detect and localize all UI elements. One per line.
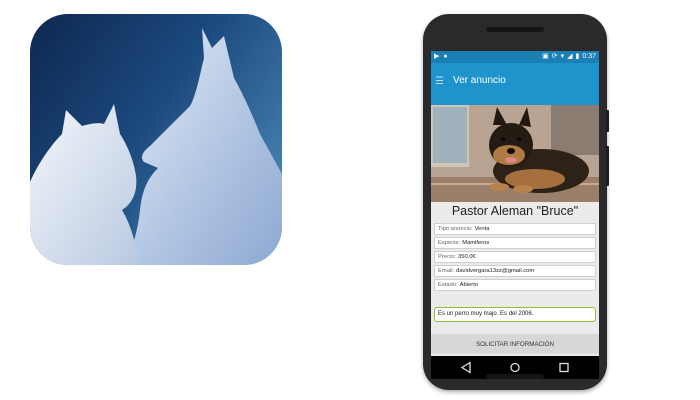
description-field[interactable]: Es un perro muy majo. Es del 2006. [434, 307, 596, 322]
action-bar: ☰ Ver anuncio [431, 63, 599, 105]
pet-name: Pastor Aleman "Bruce" [451, 204, 579, 218]
wifi-icon: ▾ [560, 53, 565, 60]
back-icon[interactable] [459, 361, 473, 374]
page-title: Ver anuncio [453, 75, 506, 86]
field-precio: Precio: 350.0€ [434, 251, 596, 263]
field-value: Abierto [459, 282, 479, 288]
field-label: Estado: [438, 282, 458, 288]
home-icon[interactable] [508, 361, 522, 374]
field-value: davidvergara13zz@gmail.com [456, 268, 535, 274]
german-shepherd-photo [431, 105, 599, 202]
signal-icon: ◢ [567, 53, 573, 60]
phone-screen: ▶ ● ▣ ⟳ ▾ ◢ ▮ 0:37 ☰ Ver anuncio Pastor … [431, 51, 599, 379]
bottom-speaker [486, 374, 544, 379]
request-info-button[interactable]: SOLICITAR INFORMACIÓN [431, 334, 599, 354]
field-tipo-anuncio: Tipo anuncio: Venta [434, 223, 596, 235]
notification-icons: ▶ ● [434, 53, 449, 60]
field-value: Venta [474, 226, 490, 232]
field-value: Mamiferos [462, 240, 490, 246]
pet-photo [431, 105, 599, 202]
field-label: Email: [438, 268, 455, 274]
status-bar: ▶ ● ▣ ⟳ ▾ ◢ ▮ 0:37 [431, 51, 599, 63]
field-label: Tipo anuncio: [438, 226, 473, 232]
volume-button [606, 146, 609, 186]
status-time: 0:37 [582, 53, 596, 60]
phone-device: ▶ ● ▣ ⟳ ▾ ◢ ▮ 0:37 ☰ Ver anuncio Pastor … [423, 14, 609, 390]
menu-icon[interactable]: ☰ [435, 76, 444, 87]
top-speaker [486, 27, 544, 32]
recents-icon[interactable] [557, 361, 571, 374]
sync-icon: ⟳ [551, 53, 558, 60]
field-label: Precio: [438, 254, 457, 260]
field-value: 350.0€ [458, 254, 476, 260]
power-button [606, 110, 609, 132]
status-icons: ▣ ⟳ ▾ ◢ ▮ 0:37 [542, 51, 596, 63]
cat-silhouette [30, 104, 138, 265]
battery-icon: ▮ [575, 53, 580, 60]
app-icon [30, 14, 282, 265]
field-label: Especie: [438, 240, 461, 246]
field-estado: Estado: Abierto [434, 279, 596, 291]
field-especie: Especie: Mamiferos [434, 237, 596, 249]
dog-silhouette [124, 28, 282, 265]
cast-icon: ▣ [542, 53, 549, 60]
cat-dog-silhouette-icon [30, 28, 282, 265]
field-email: Email: davidvergara13zz@gmail.com [434, 265, 596, 277]
